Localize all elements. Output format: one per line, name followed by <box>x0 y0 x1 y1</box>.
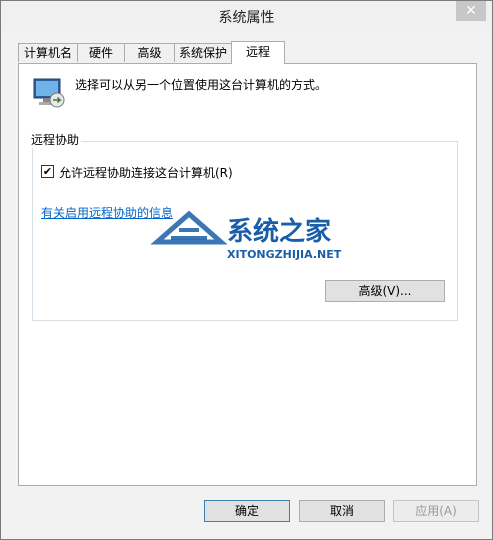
advanced-button[interactable]: 高级(V)... <box>325 280 445 302</box>
watermark-brand: 系统之家 <box>227 216 331 247</box>
title-bar[interactable]: 系统属性 ✕ <box>1 1 492 31</box>
computer-icon <box>33 78 65 108</box>
watermark-site: XITONGZHIJIA.NET <box>227 248 342 261</box>
window-title: 系统属性 <box>218 10 275 26</box>
close-button[interactable]: ✕ <box>456 1 486 21</box>
tab-remote[interactable]: 远程 <box>231 41 285 64</box>
tab-computer-name[interactable]: 计算机名 <box>18 43 78 62</box>
tab-advanced[interactable]: 高级 <box>124 43 175 62</box>
cancel-button[interactable]: 取消 <box>299 500 385 522</box>
remote-description: 选择可以从另一个位置使用这台计算机的方式。 <box>75 78 328 92</box>
allow-remote-assistance-label[interactable]: 允许远程协助连接这台计算机(R) <box>59 164 233 181</box>
watermark-logo: 系统之家 XITONGZHIJIA.NET <box>150 210 342 261</box>
ok-button[interactable]: 确定 <box>204 500 290 522</box>
system-properties-window: 系统属性 ✕ 计算机名 硬件 高级 系统保护 远程 选择可以从另一个位置使用这台… <box>0 0 493 540</box>
remote-tab-panel: 选择可以从另一个位置使用这台计算机的方式。 远程协助 ✔ 允许远程协助连接这台计… <box>18 63 477 486</box>
tab-hardware[interactable]: 硬件 <box>77 43 125 62</box>
allow-remote-assistance-checkbox[interactable]: ✔ <box>41 165 54 178</box>
tab-system-protection[interactable]: 系统保护 <box>174 43 232 62</box>
apply-button[interactable]: 应用(A) <box>393 500 479 522</box>
remote-assistance-group-title: 远程协助 <box>29 131 82 148</box>
